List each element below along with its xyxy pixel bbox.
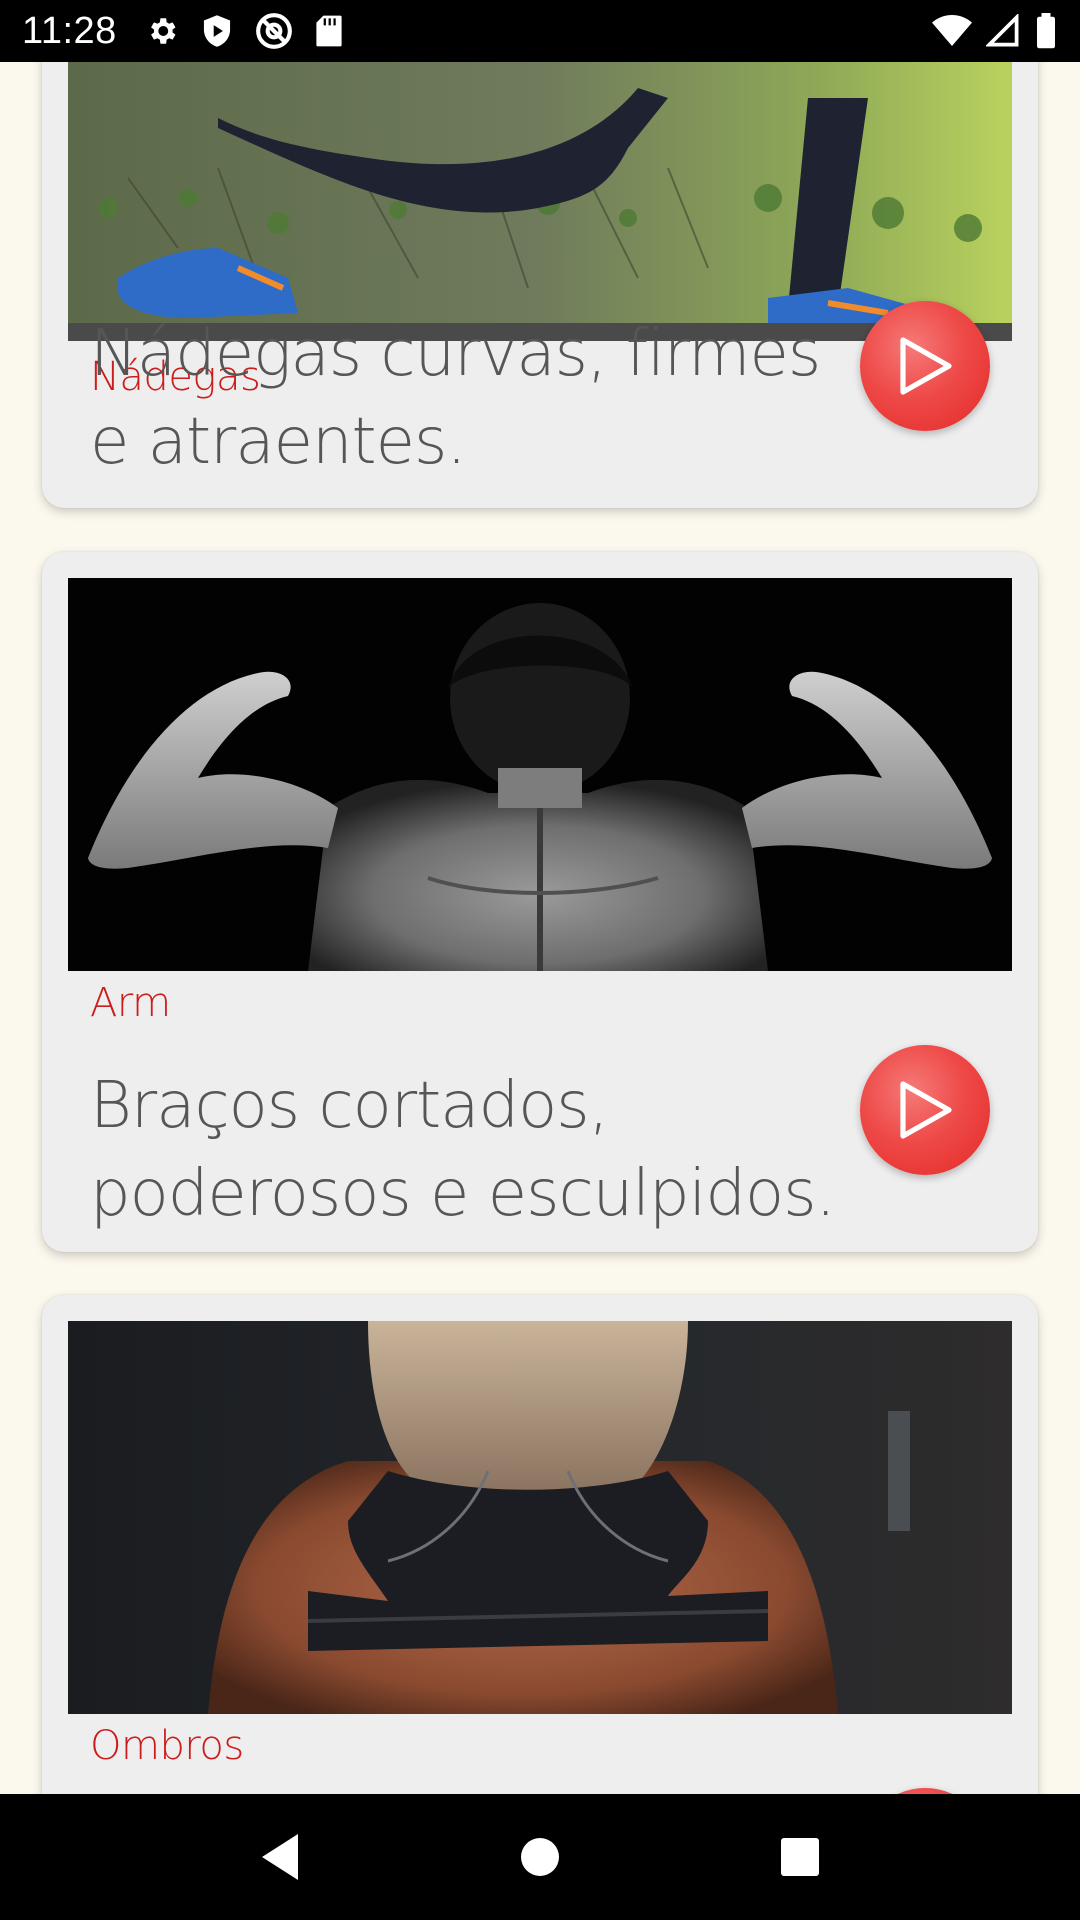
screen: 11:28 Nádegas Nádegas curvas, firmes e a…	[0, 0, 1080, 1920]
woman-back-shoulders-photo	[68, 1321, 1012, 1714]
card-image	[68, 578, 1012, 971]
cell-signal-icon	[986, 14, 1020, 48]
home-icon	[521, 1838, 559, 1876]
legs-lunge-photo	[68, 62, 1012, 341]
recents-icon	[781, 1838, 819, 1876]
status-bar: 11:28	[0, 0, 1080, 62]
play-button[interactable]	[860, 1045, 990, 1175]
card-category: Ombros	[90, 1723, 244, 1769]
status-right-icons	[932, 13, 1058, 49]
card-category: Arm	[90, 980, 171, 1026]
card-title: Nádegas curvas, firmes e atraentes.	[90, 317, 821, 479]
navigation-bar	[0, 1794, 1080, 1920]
sd-card-icon	[315, 14, 343, 48]
gear-icon	[145, 14, 179, 48]
workout-card[interactable]: Arm Braços cortados, poderosos e esculpi…	[42, 552, 1038, 1252]
card-image	[68, 1321, 1012, 1714]
battery-icon	[1034, 13, 1058, 49]
wifi-icon	[932, 14, 972, 48]
play-button[interactable]	[860, 301, 990, 431]
back-button[interactable]	[235, 1812, 325, 1902]
status-left-icons	[145, 12, 343, 50]
shield-play-icon	[201, 14, 233, 48]
play-icon	[900, 1081, 952, 1139]
arms-flex-back-photo	[68, 578, 1012, 971]
status-time: 11:28	[22, 9, 117, 52]
card-image	[68, 62, 1012, 341]
workout-list[interactable]: Nádegas Nádegas curvas, firmes e atraent…	[0, 62, 1080, 1794]
card-title: Braços cortados, poderosos e esculpidos.	[90, 1069, 836, 1231]
at-sign-icon	[255, 12, 293, 50]
workout-card[interactable]: Ombros	[42, 1295, 1038, 1794]
recents-button[interactable]	[755, 1812, 845, 1902]
play-icon	[900, 337, 952, 395]
home-button[interactable]	[495, 1812, 585, 1902]
back-icon	[262, 1834, 298, 1880]
